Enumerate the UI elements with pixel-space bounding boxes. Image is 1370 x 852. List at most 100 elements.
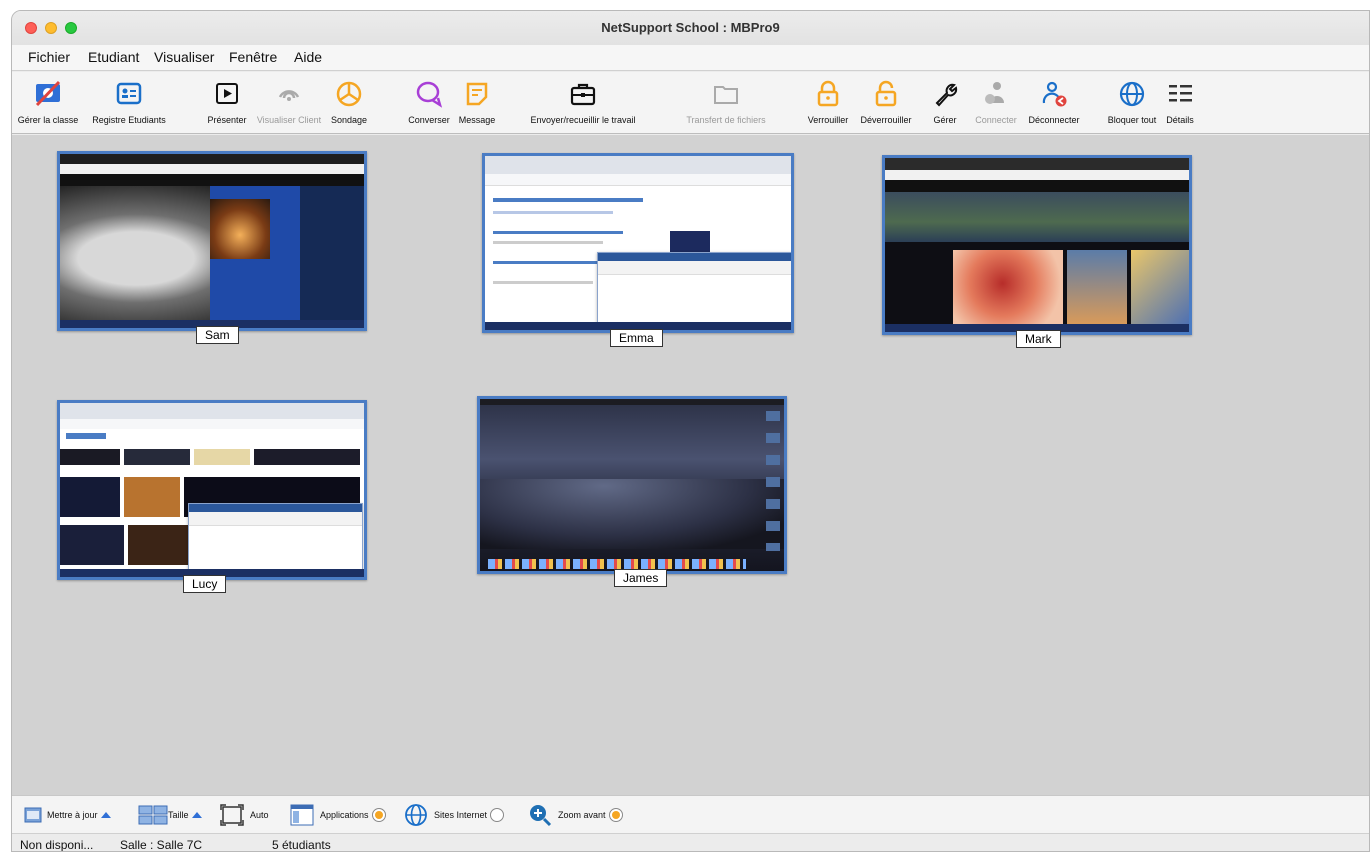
student-register-button[interactable]: Registre Etudiants [86, 72, 172, 134]
bottom-toolbar: Mettre à jour Taille Auto Applications S… [12, 795, 1369, 833]
connect-button[interactable]: Connecter [970, 72, 1022, 134]
unlock-icon [875, 80, 897, 107]
size-grid-icon [138, 805, 168, 825]
student-name-tag: Emma [610, 329, 663, 347]
student-name-tag: Sam [196, 326, 239, 344]
status-bar: Non disponi... Salle : Salle 7C 5 étudia… [12, 833, 1369, 852]
message-icon [466, 82, 488, 106]
auto-label: Auto [250, 810, 269, 820]
view-client-icon [278, 90, 300, 101]
student-thumbnail[interactable]: Mark [882, 155, 1192, 348]
student-screen-preview [885, 158, 1189, 332]
student-name-tag: Mark [1016, 330, 1061, 348]
view-client-button[interactable]: Visualiser Client [254, 72, 324, 134]
websites-status-radio[interactable] [490, 808, 505, 822]
chat-label: Converser [408, 115, 450, 125]
file-transfer-icon [714, 86, 738, 104]
student-thumbnail[interactable]: James [477, 396, 787, 587]
student-count: 5 étudiants [272, 838, 331, 852]
disconnect-icon [1042, 81, 1067, 107]
disconnect-button[interactable]: Déconnecter [1022, 72, 1086, 134]
file-transfer-button[interactable]: Transfert de fichiers [676, 72, 776, 134]
update-label: Mettre à jour [47, 810, 98, 820]
student-screen-preview [60, 154, 364, 328]
size-button[interactable]: Taille [138, 804, 202, 826]
zoom-in-button[interactable]: Zoom avant [528, 804, 623, 827]
menu-fenetre[interactable]: Fenêtre [229, 49, 277, 65]
block-all-button[interactable]: Bloquer tout [1104, 72, 1160, 134]
disconnect-label: Déconnecter [1028, 115, 1080, 125]
menu-etudiant[interactable]: Etudiant [88, 49, 139, 65]
student-screen-preview [60, 403, 364, 577]
auto-fit-icon [220, 804, 244, 826]
details-list-icon [1169, 85, 1192, 102]
connect-label: Connecter [975, 115, 1017, 125]
menu-fichier[interactable]: Fichier [28, 49, 70, 65]
view-client-label: Visualiser Client [256, 115, 322, 125]
message-button[interactable]: Message [454, 72, 500, 134]
present-label: Présenter [207, 115, 247, 125]
present-icon [216, 83, 238, 104]
details-button[interactable]: Détails [1160, 72, 1200, 134]
websites-button[interactable]: Sites Internet [404, 804, 505, 826]
student-name-tag: Lucy [183, 575, 227, 593]
manage-class-icon [35, 80, 61, 107]
survey-button[interactable]: Sondage [324, 72, 374, 134]
websites-label: Sites Internet [434, 810, 488, 820]
manage-class-label: Gérer la classe [17, 115, 79, 125]
lock-button[interactable]: Verrouiller [802, 72, 854, 134]
manage-label: Gérer [933, 115, 957, 125]
student-register-icon [116, 82, 142, 105]
connect-icon [985, 82, 1004, 104]
applications-button[interactable]: Applications [290, 804, 386, 826]
student-screen-preview [485, 156, 791, 330]
zoom-status-radio[interactable] [608, 808, 623, 822]
message-label: Message [458, 115, 496, 125]
manage-class-button[interactable]: Gérer la classe [12, 72, 84, 134]
websites-globe-icon [405, 804, 427, 826]
block-all-label: Bloquer tout [1107, 115, 1157, 125]
room-status: Salle : Salle 7C [120, 838, 203, 852]
zoom-in-label: Zoom avant [558, 810, 606, 820]
student-name-tag: James [614, 569, 668, 587]
chat-icon [416, 81, 443, 108]
unlock-button[interactable]: Déverrouiller [856, 72, 916, 134]
update-button[interactable]: Mettre à jour [24, 804, 111, 826]
wrench-icon [935, 83, 958, 107]
zoom-in-icon [530, 805, 552, 827]
update-icon [24, 807, 42, 823]
student-thumbnail[interactable]: Lucy [57, 400, 367, 593]
manage-button[interactable]: Gérer [922, 72, 968, 134]
student-screen-preview [480, 399, 784, 571]
send-collect-work-label: Envoyer/recueillir le travail [530, 115, 636, 125]
unlock-label: Déverrouiller [860, 115, 912, 125]
survey-label: Sondage [330, 115, 368, 125]
size-arrow-icon [191, 812, 202, 818]
student-register-label: Registre Etudiants [92, 115, 166, 125]
auto-button[interactable]: Auto [220, 804, 269, 826]
menu-visualiser[interactable]: Visualiser [154, 49, 214, 65]
student-thumbnail[interactable]: Sam [57, 151, 367, 344]
file-transfer-label: Transfert de fichiers [686, 115, 766, 125]
student-thumbnails-area: Sam Emma Mark Lucy James [12, 135, 1369, 795]
send-collect-work-icon [570, 83, 596, 106]
update-arrow-icon [100, 812, 111, 818]
menu-aide[interactable]: Aide [294, 49, 322, 65]
applications-label: Applications [320, 810, 369, 820]
details-label: Détails [1166, 115, 1194, 125]
app-window: NetSupport School : MBPro9 Fichier Etudi… [11, 10, 1370, 852]
survey-icon [336, 81, 362, 107]
present-button[interactable]: Présenter [202, 72, 252, 134]
applications-icon [290, 804, 314, 826]
lock-icon [817, 80, 839, 107]
size-label: Taille [168, 810, 189, 820]
menu-bar: Fichier Etudiant Visualiser Fenêtre Aide [12, 45, 1369, 71]
main-toolbar: Gérer la classe Registre Etudiants Prése… [12, 72, 1369, 134]
title-bar: NetSupport School : MBPro9 [12, 11, 1369, 45]
lock-label: Verrouiller [807, 115, 849, 125]
student-thumbnail[interactable]: Emma [482, 153, 794, 347]
availability-status: Non disponi... [20, 838, 94, 852]
chat-button[interactable]: Converser [404, 72, 454, 134]
send-collect-work-button[interactable]: Envoyer/recueillir le travail [518, 72, 648, 134]
applications-status-radio[interactable] [371, 808, 386, 822]
